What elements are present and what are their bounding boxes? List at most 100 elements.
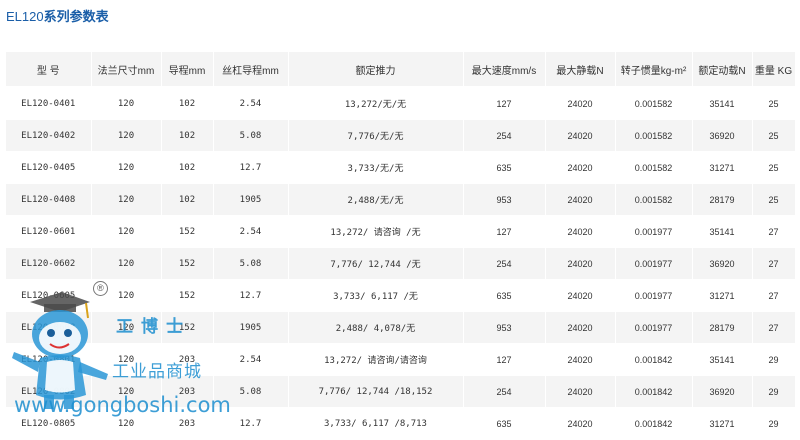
cell-model: EL120-0405 (6, 151, 92, 184)
cell-max-static-load: 24020 (545, 87, 616, 120)
cell-flange-size: 120 (91, 279, 162, 312)
cell-max-static-load: 24020 (545, 247, 616, 280)
cell-max-speed: 127 (463, 87, 546, 120)
cell-lead: 152 (161, 215, 214, 248)
cell-model: EL120-0408 (6, 183, 92, 216)
cell-model: EL120-0602 (6, 247, 92, 280)
cell-max-static-load: 24020 (545, 279, 616, 312)
cell-weight: 29 (752, 343, 796, 376)
cell-screw-lead: 5.08 (213, 119, 289, 152)
cell-weight: 25 (752, 119, 796, 152)
cell-rotor-inertia: 0.001582 (615, 87, 693, 120)
cell-weight: 25 (752, 87, 796, 120)
cell-rated-thrust: 3,733/ 6,117 /无 (288, 279, 464, 312)
cell-weight: 27 (752, 247, 796, 280)
cell-flange-size: 120 (91, 375, 162, 408)
cell-rated-dynamic-load: 28179 (692, 183, 753, 216)
table-row: EL120-0608 120 152 1905 2,488/ 4,078/无 953 240… (6, 311, 796, 344)
cell-flange-size: 120 (91, 407, 162, 440)
cell-max-speed: 127 (463, 215, 546, 248)
cell-lead: 203 (161, 407, 214, 440)
header-max-speed: 最大速度mm/s (463, 52, 546, 88)
cell-rated-thrust: 13,272/ 请咨询 /无 (288, 215, 464, 248)
cell-max-speed: 635 (463, 151, 546, 184)
cell-model: EL120-0605 (6, 279, 92, 312)
header-rated-thrust: 额定推力 (288, 52, 464, 88)
cell-weight: 27 (752, 279, 796, 312)
cell-screw-lead: 12.7 (213, 407, 289, 440)
cell-rotor-inertia: 0.001842 (615, 407, 693, 440)
spec-table: 型 号 法兰尺寸mm 导程mm 丝杠导程mm 额定推力 最大速度mm/s 最大静… (6, 52, 796, 440)
cell-max-speed: 254 (463, 119, 546, 152)
cell-model: EL120-0402 (6, 119, 92, 152)
table-body: EL120-0401 120 102 2.54 13,272/无/无 127 24020 0.… (6, 87, 796, 440)
cell-screw-lead: 2.54 (213, 87, 289, 120)
cell-max-static-load: 24020 (545, 183, 616, 216)
cell-flange-size: 120 (91, 119, 162, 152)
cell-rated-dynamic-load: 31271 (692, 407, 753, 440)
cell-weight: 29 (752, 375, 796, 408)
header-rated-dynamic-load: 额定动载N (692, 52, 753, 88)
table-row: EL120-0605 120 152 12.7 3,733/ 6,117 /无 635 24… (6, 279, 796, 312)
cell-screw-lead: 1905 (213, 183, 289, 216)
cell-rated-thrust: 13,272/无/无 (288, 87, 464, 120)
cell-screw-lead: 5.08 (213, 375, 289, 408)
cell-rated-dynamic-load: 31271 (692, 279, 753, 312)
cell-flange-size: 120 (91, 215, 162, 248)
cell-max-static-load: 24020 (545, 151, 616, 184)
table-row: EL120-0602 120 152 5.08 7,776/ 12,744 /无 254 2… (6, 247, 796, 280)
cell-flange-size: 120 (91, 151, 162, 184)
cell-flange-size: 120 (91, 247, 162, 280)
table-row: EL120-0802 120 203 5.08 7,776/ 12,744 /18,15… (6, 375, 796, 408)
cell-rated-dynamic-load: 36920 (692, 247, 753, 280)
cell-rotor-inertia: 0.001977 (615, 279, 693, 312)
title-prefix: EL120 (6, 9, 44, 24)
cell-lead: 203 (161, 375, 214, 408)
cell-lead: 152 (161, 311, 214, 344)
cell-screw-lead: 1905 (213, 311, 289, 344)
table-row: EL120-0402 120 102 5.08 7,776/无/无 254 24020 0.0… (6, 119, 796, 152)
cell-max-speed: 635 (463, 279, 546, 312)
cell-flange-size: 120 (91, 183, 162, 216)
header-screw-lead: 丝杠导程mm (213, 52, 289, 88)
cell-rated-thrust: 7,776/无/无 (288, 119, 464, 152)
cell-screw-lead: 12.7 (213, 279, 289, 312)
cell-max-speed: 953 (463, 311, 546, 344)
cell-model: EL120-0401 (6, 87, 92, 120)
cell-rated-thrust: 3,733/ 6,117 /8,713 (288, 407, 464, 440)
header-model: 型 号 (6, 52, 92, 88)
cell-rotor-inertia: 0.001977 (615, 247, 693, 280)
cell-rotor-inertia: 0.001582 (615, 119, 693, 152)
cell-rotor-inertia: 0.001842 (615, 343, 693, 376)
cell-weight: 27 (752, 215, 796, 248)
cell-max-speed: 127 (463, 343, 546, 376)
cell-rated-thrust: 13,272/ 请咨询/请咨询 (288, 343, 464, 376)
cell-rated-thrust: 2,488/无/无 (288, 183, 464, 216)
cell-model: EL120-0802 (6, 375, 92, 408)
cell-weight: 25 (752, 183, 796, 216)
cell-weight: 25 (752, 151, 796, 184)
cell-weight: 29 (752, 407, 796, 440)
cell-model: EL120-0608 (6, 311, 92, 344)
cell-rated-dynamic-load: 31271 (692, 151, 753, 184)
header-max-static-load: 最大静载N (545, 52, 616, 88)
title-suffix: 系列参数表 (43, 9, 109, 24)
cell-flange-size: 120 (91, 311, 162, 344)
cell-model: EL120-0805 (6, 407, 92, 440)
cell-rated-dynamic-load: 35141 (692, 343, 753, 376)
cell-rated-dynamic-load: 35141 (692, 215, 753, 248)
cell-rated-dynamic-load: 36920 (692, 375, 753, 408)
cell-max-static-load: 24020 (545, 119, 616, 152)
cell-lead: 102 (161, 151, 214, 184)
cell-flange-size: 120 (91, 343, 162, 376)
table-row: EL120-0405 120 102 12.7 3,733/无/无 635 24020 0.0… (6, 151, 796, 184)
cell-screw-lead: 2.54 (213, 215, 289, 248)
cell-flange-size: 120 (91, 87, 162, 120)
cell-max-static-load: 24020 (545, 311, 616, 344)
cell-rated-thrust: 7,776/ 12,744 /无 (288, 247, 464, 280)
cell-max-speed: 254 (463, 375, 546, 408)
header-weight: 重量 KG (752, 52, 796, 88)
cell-rated-dynamic-load: 36920 (692, 119, 753, 152)
cell-rated-dynamic-load: 28179 (692, 311, 753, 344)
cell-max-speed: 953 (463, 183, 546, 216)
